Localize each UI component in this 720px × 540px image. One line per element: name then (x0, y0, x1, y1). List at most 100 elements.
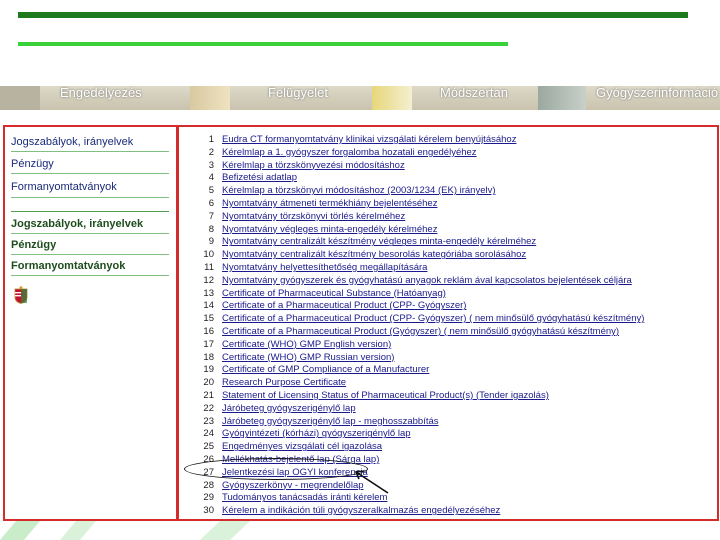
list-item: 1 Eudra CT formanyomtatvány klinikai vizs… (190, 134, 710, 146)
sidebar-separator (11, 197, 169, 198)
list-item: 28 Gyógyszerkönyv - megrendelőlap (190, 480, 710, 492)
nav-photo-2 (190, 86, 230, 110)
list-item: 5 Kérelmlap a törzskönyvi módosításhoz (2… (190, 185, 710, 197)
document-link[interactable]: Kérelem a indikáción túli gyógyszeralkal… (222, 505, 500, 517)
list-item: 25 Engedményes vizsgálati cél igazolása (190, 441, 710, 453)
list-item-number: 16 (203, 326, 214, 337)
list-item-number: 19 (203, 364, 214, 376)
sidebar-separator (11, 151, 169, 152)
document-link[interactable]: Research Purpose Certificate (222, 377, 346, 389)
document-link[interactable]: Certificate (WHO) GMP Russian version) (222, 352, 394, 364)
sidebar-bold-link-formanyomtatvanyok[interactable]: Formanyomtatványok (11, 260, 125, 272)
list-item: 15 Certificate of a Pharmaceutical Produc… (190, 313, 710, 325)
document-link[interactable]: Járóbeteg gyógyszerigénylő lap - meghoss… (222, 416, 439, 428)
list-item-number: 6 (208, 198, 214, 209)
document-link[interactable]: Kérelmlap a törzskönyvezési módosításhoz (222, 160, 405, 172)
nav-photo-3 (372, 86, 412, 110)
document-link[interactable]: Certificate of a Pharmaceutical Product … (222, 326, 619, 338)
list-item-number: 13 (203, 287, 214, 299)
document-link[interactable]: Eudra CT formanyomtatvány klinikai vizsg… (222, 134, 516, 146)
document-link[interactable]: Nyomtatvány átmeneti termékhiány bejelen… (222, 198, 437, 210)
list-item: 10 Nyomtatvány centralizált készítmény be… (190, 249, 710, 261)
sidebar-separator (11, 211, 169, 212)
list-item-number: 9 (208, 236, 214, 248)
list-item: 24 Gyógyintézeti (kórházi) gyógyszerigény… (190, 428, 710, 440)
nav-item-felugyelet[interactable]: Felügyelet (268, 86, 328, 110)
document-link[interactable]: Nyomtatvány gyógyszerek és gyógyhatású a… (222, 275, 632, 287)
nav-item-engedelyezes[interactable]: Engedélyezés (60, 86, 142, 110)
list-item-number: 10 (203, 249, 214, 261)
list-item: 23 Járóbeteg gyógyszerigénylő lap - megho… (190, 416, 710, 428)
document-link[interactable]: Befizetési adatlap (222, 172, 297, 184)
document-link[interactable]: Kérelmlap a törzskönyvi módosításhoz (20… (222, 185, 496, 197)
document-link[interactable]: Certificate of a Pharmaceutical Product … (222, 300, 466, 312)
sidebar-separator (11, 233, 169, 234)
sidebar-separator (11, 275, 169, 276)
highlight-ellipse (184, 458, 368, 480)
list-item-number: 3 (208, 159, 214, 171)
list-item-number: 20 (203, 377, 214, 389)
document-link[interactable]: Nyomtatvány centralizált készítmény végl… (222, 236, 536, 248)
list-item: 2 Kérelmlap a 1. gyógyszer forgalomba hoz… (190, 147, 710, 159)
document-link[interactable]: Engedményes vizsgálati cél igazolása (222, 441, 382, 453)
document-link[interactable]: Certificate of Pharmaceutical Substance … (222, 288, 446, 300)
list-item: 22 Járóbeteg gyógyszerigénylő lap (190, 403, 710, 415)
document-link[interactable]: Certificate (WHO) GMP English version) (222, 339, 391, 351)
sidebar-bold-link-jogszabalyok[interactable]: Jogszabályok, irányelvek (11, 218, 143, 230)
document-link[interactable]: Nyomtatvány helyettesíthetőség megállapí… (222, 262, 427, 274)
nav-photo-1 (0, 86, 40, 110)
list-item: 12 Nyomtatvány gyógyszerek és gyógyhatású… (190, 275, 710, 287)
list-item: 17 Certificate (WHO) GMP English version) (190, 339, 710, 351)
document-link[interactable]: Gyógyintézeti (kórházi) gyógyszerigénylő… (222, 428, 411, 440)
slide: Engedélyezés Felügyelet Módszertan Gyógy… (0, 0, 720, 540)
list-item-number: 25 (203, 441, 214, 453)
bottom-decoration (0, 521, 250, 540)
list-item: 30 Kérelem a indikáción túli gyógyszeralk… (190, 505, 710, 517)
sidebar-link-formanyomtatvanyok[interactable]: Formanyomtatványok (11, 181, 117, 193)
list-item: 20 Research Purpose Certificate (190, 377, 710, 389)
list-item-number: 7 (208, 210, 214, 222)
list-item: 29 Tudományos tanácsadás iránti kérelem (190, 492, 710, 504)
list-item-number: 28 (203, 479, 214, 491)
list-item-number: 4 (208, 172, 214, 184)
nav-item-modszertan[interactable]: Módszertan (440, 86, 508, 110)
document-link[interactable]: Nyomtatvány centralizált készítmény beso… (222, 249, 526, 261)
list-item: 13 Certificate of Pharmaceutical Substanc… (190, 288, 710, 300)
document-link[interactable]: Gyógyszerkönyv - megrendelőlap (222, 480, 364, 492)
header-bar-dark (18, 12, 688, 18)
pointer-arrow-icon (354, 470, 389, 494)
list-item: 3 Kérelmlap a törzskönyvezési módosításho… (190, 160, 710, 172)
list-item: 4 Befizetési adatlap (190, 172, 710, 184)
header-bar-light (18, 42, 508, 46)
list-item: 11 Nyomtatvány helyettesíthetőség megálla… (190, 262, 710, 274)
sidebar-link-jogszabalyok[interactable]: Jogszabályok, irányelvek (11, 136, 133, 148)
document-link[interactable]: Kérelmlap a 1. gyógyszer forgalomba hoza… (222, 147, 477, 159)
document-link[interactable]: Certificate of GMP Compliance of a Manuf… (222, 364, 429, 376)
document-link[interactable]: Statement of Licensing Status of Pharmac… (222, 390, 549, 402)
list-item-number: 22 (203, 402, 214, 414)
list-item: 21 Statement of Licensing Status of Pharm… (190, 390, 710, 402)
list-item-number: 24 (203, 428, 214, 440)
list-item-number: 23 (203, 415, 214, 427)
list-item-number: 15 (203, 313, 214, 325)
list-item: 6 Nyomtatvány átmeneti termékhiány bejele… (190, 198, 710, 210)
list-item-number: 17 (203, 338, 214, 350)
list-item: 9 Nyomtatvány centralizált készítmény vég… (190, 236, 710, 248)
document-link[interactable]: Járóbeteg gyógyszerigénylő lap (222, 403, 356, 415)
list-item-number: 30 (203, 505, 214, 517)
document-link[interactable]: Certificate of a Pharmaceutical Product … (222, 313, 644, 325)
top-navigation: Engedélyezés Felügyelet Módszertan Gyógy… (0, 86, 720, 110)
sidebar-link-penzugy[interactable]: Pénzügy (11, 158, 54, 170)
column-divider (176, 127, 179, 519)
sidebar: Jogszabályok, irányelvek Pénzügy Formany… (5, 127, 171, 519)
document-link[interactable]: Nyomtatvány törzskönyvi törlés kérelméhe… (222, 211, 405, 223)
list-item: 18 Certificate (WHO) GMP Russian version) (190, 352, 710, 364)
sidebar-bold-link-penzugy[interactable]: Pénzügy (11, 239, 56, 251)
list-item-number: 18 (203, 351, 214, 363)
list-item: 7 Nyomtatvány törzskönyvi törlés kérelméh… (190, 211, 710, 223)
document-link[interactable]: Nyomtatvány végleges minta-engedély kére… (222, 224, 437, 236)
list-item: 14 Certificate of a Pharmaceutical Produc… (190, 300, 710, 312)
nav-item-gyogyszerinformacio[interactable]: Gyógyszerinformáció (596, 86, 718, 110)
list-item-number: 11 (204, 262, 214, 273)
list-item: 19 Certificate of GMP Compliance of a Man… (190, 364, 710, 376)
